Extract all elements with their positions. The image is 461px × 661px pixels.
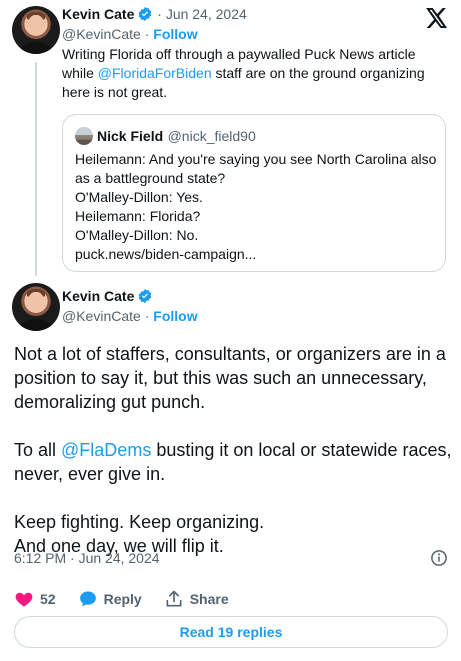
reply-tweet-text: Writing Florida off through a paywalled …	[62, 46, 425, 100]
quoted-author-avatar	[75, 127, 93, 145]
share-button[interactable]: Share	[164, 589, 229, 609]
main-tweet-handle-row: @KevinCate · Follow	[62, 308, 198, 324]
mention-link[interactable]: @FlaDems	[61, 440, 151, 460]
reply-tweet-header: Kevin Cate · Jun 24, 2024	[62, 6, 247, 22]
read-replies-button[interactable]: Read 19 replies	[14, 616, 448, 648]
share-label: Share	[189, 591, 229, 607]
follow-button[interactable]: Follow	[153, 26, 197, 42]
main-tweet-text: Not a lot of staffers, consultants, or o…	[14, 342, 454, 558]
avatar-kevin-cate-main[interactable]	[12, 283, 60, 331]
reply-button[interactable]: Reply	[78, 589, 142, 609]
quoted-tweet-header: Nick Field @nick_field90	[75, 127, 256, 146]
reply-tweet-handle-row: @KevinCate · Follow	[62, 26, 198, 42]
follow-button[interactable]: Follow	[153, 308, 197, 324]
verified-badge-icon	[139, 7, 152, 21]
reply-bubble-icon	[79, 591, 96, 607]
x-logo-icon[interactable]	[426, 8, 448, 28]
paragraph-2: To all @FlaDems busting it on local or s…	[14, 440, 452, 484]
quoted-tweet-card[interactable]: Nick Field @nick_field90 Heilemann: And …	[62, 114, 446, 272]
author-name[interactable]: Kevin Cate	[62, 6, 134, 22]
tweet-date[interactable]: Jun 24, 2024	[166, 6, 247, 22]
quoted-author-handle: @nick_field90	[167, 128, 256, 144]
avatar-kevin-cate[interactable]	[12, 6, 60, 54]
author-name[interactable]: Kevin Cate	[62, 288, 134, 304]
tweet-timestamp[interactable]: 6:12 PM · Jun 24, 2024	[14, 550, 160, 566]
quoted-link[interactable]: puck.news/biden-campaign...	[75, 245, 435, 264]
main-tweet-header: Kevin Cate	[62, 288, 153, 306]
share-icon	[166, 590, 182, 607]
thread-connector-line	[35, 62, 37, 276]
like-count: 52	[40, 591, 56, 607]
info-icon[interactable]	[430, 549, 448, 567]
tweet-actions: 52 Reply Share	[14, 588, 251, 610]
quoted-author-name: Nick Field	[97, 128, 164, 144]
quoted-tweet-text: Heilemann: And you're saying you see Nor…	[75, 151, 437, 264]
paragraph-1: Not a lot of staffers, consultants, or o…	[14, 344, 446, 412]
like-button[interactable]: 52	[14, 589, 56, 609]
mention-link[interactable]: @FloridaForBiden	[98, 65, 212, 81]
reply-label: Reply	[103, 591, 142, 607]
verified-badge-icon	[139, 289, 152, 303]
heart-icon	[15, 592, 33, 607]
author-handle[interactable]: @KevinCate	[62, 308, 141, 324]
author-handle[interactable]: @KevinCate	[62, 26, 141, 42]
